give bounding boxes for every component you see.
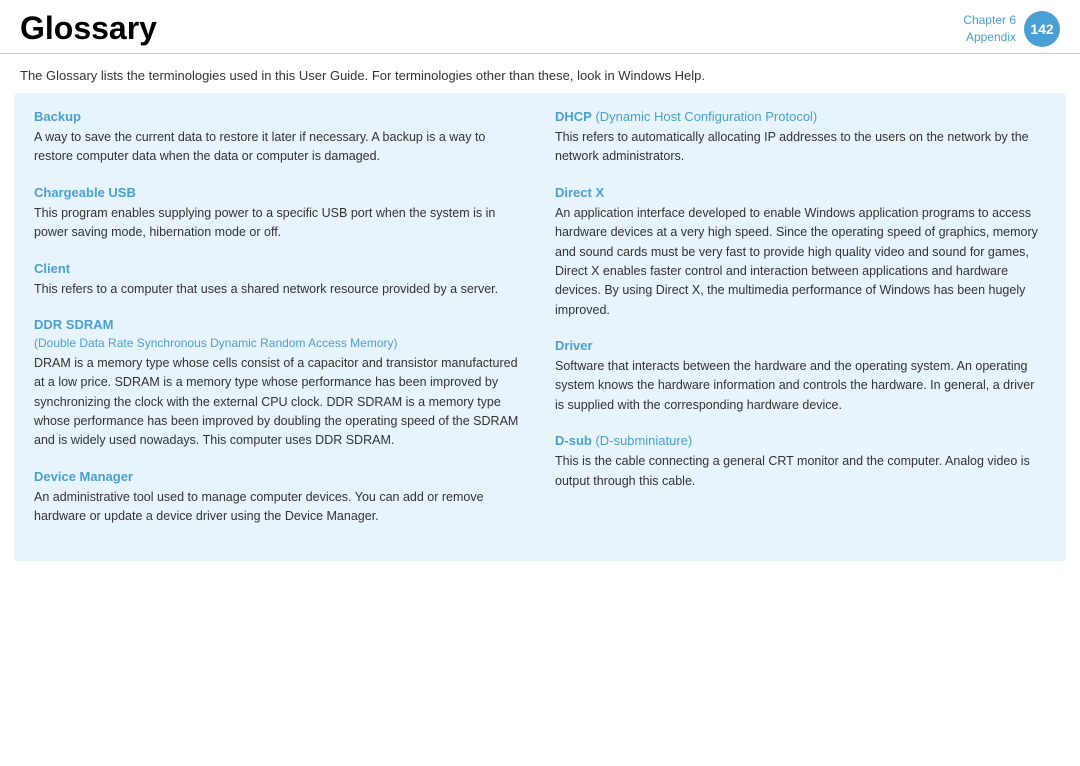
term-ddr-sdram: DDR SDRAM (Double Data Rate Synchronous … (34, 317, 525, 451)
page-header: Glossary Chapter 6 Appendix 142 (0, 0, 1080, 54)
term-driver: Driver Software that interacts between t… (555, 338, 1046, 415)
term-d-sub-body: This is the cable connecting a general C… (555, 452, 1046, 491)
term-dhcp-body: This refers to automatically allocating … (555, 128, 1046, 167)
term-d-sub-title: D-sub (D-subminiature) (555, 433, 1046, 448)
term-d-sub: D-sub (D-subminiature) This is the cable… (555, 433, 1046, 491)
term-device-manager-body: An administrative tool used to manage co… (34, 488, 525, 527)
right-column: DHCP (Dynamic Host Configuration Protoco… (555, 109, 1046, 545)
term-backup-title: Backup (34, 109, 525, 124)
term-driver-body: Software that interacts between the hard… (555, 357, 1046, 415)
term-chargeable-usb-body: This program enables supplying power to … (34, 204, 525, 243)
term-device-manager-title: Device Manager (34, 469, 525, 484)
term-chargeable-usb-title: Chargeable USB (34, 185, 525, 200)
page-number-badge: 142 (1024, 11, 1060, 47)
term-dhcp-title: DHCP (Dynamic Host Configuration Protoco… (555, 109, 1046, 124)
term-device-manager: Device Manager An administrative tool us… (34, 469, 525, 527)
header-right: Chapter 6 Appendix 142 (963, 11, 1060, 47)
left-column: Backup A way to save the current data to… (34, 109, 525, 545)
term-ddr-sdram-subtitle: (Double Data Rate Synchronous Dynamic Ra… (34, 336, 525, 350)
term-ddr-sdram-body: DRAM is a memory type whose cells consis… (34, 354, 525, 451)
term-direct-x: Direct X An application interface develo… (555, 185, 1046, 320)
term-client-title: Client (34, 261, 525, 276)
term-backup: Backup A way to save the current data to… (34, 109, 525, 167)
term-backup-body: A way to save the current data to restor… (34, 128, 525, 167)
page-title: Glossary (20, 10, 157, 47)
term-direct-x-title: Direct X (555, 185, 1046, 200)
term-driver-title: Driver (555, 338, 1046, 353)
term-direct-x-body: An application interface developed to en… (555, 204, 1046, 320)
intro-text: The Glossary lists the terminologies use… (0, 54, 1080, 93)
term-dhcp: DHCP (Dynamic Host Configuration Protoco… (555, 109, 1046, 167)
term-client: Client This refers to a computer that us… (34, 261, 525, 299)
chapter-appendix-label: Chapter 6 Appendix (963, 12, 1016, 46)
term-client-body: This refers to a computer that uses a sh… (34, 280, 525, 299)
glossary-content-box: Backup A way to save the current data to… (14, 93, 1066, 561)
term-chargeable-usb: Chargeable USB This program enables supp… (34, 185, 525, 243)
term-ddr-sdram-title: DDR SDRAM (34, 317, 525, 332)
